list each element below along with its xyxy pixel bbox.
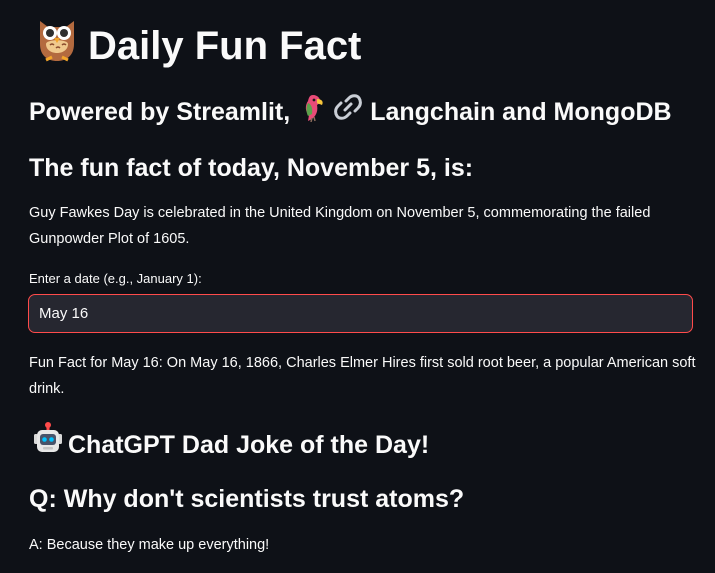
joke-heading: ChatGPT Dad Joke of the Day! — [32, 422, 429, 467]
app-page: Daily Fun Fact Powered by Streamlit, Lan… — [0, 0, 715, 573]
joke-question: Q: Why don't scientists trust atoms? — [29, 485, 465, 513]
app-title-text: Daily Fun Fact — [88, 24, 362, 68]
owl-icon — [36, 14, 78, 78]
date-input[interactable] — [28, 294, 693, 333]
subtitle-prefix: Powered by Streamlit, — [29, 98, 291, 126]
app-title: Daily Fun Fact — [36, 14, 361, 78]
fact-heading: The fun fact of today, November 5, is: — [29, 154, 474, 182]
fun-fact-result: Fun Fact for May 16: On May 16, 1866, Ch… — [29, 355, 696, 397]
joke-answer: A: Because they make up everything! — [29, 537, 270, 553]
subtitle-langchain: Langchain and MongoDB — [370, 98, 672, 126]
date-input-label: Enter a date (e.g., January 1): — [29, 271, 202, 286]
app-subtitle: Powered by Streamlit, Langchain and Mong… — [29, 92, 672, 132]
parrot-icon — [298, 92, 326, 132]
robot-icon — [32, 422, 64, 467]
joke-heading-text: ChatGPT Dad Joke of the Day! — [68, 430, 430, 459]
fact-text: Guy Fawkes Day is celebrated in the Unit… — [29, 205, 651, 247]
link-icon — [334, 93, 363, 131]
